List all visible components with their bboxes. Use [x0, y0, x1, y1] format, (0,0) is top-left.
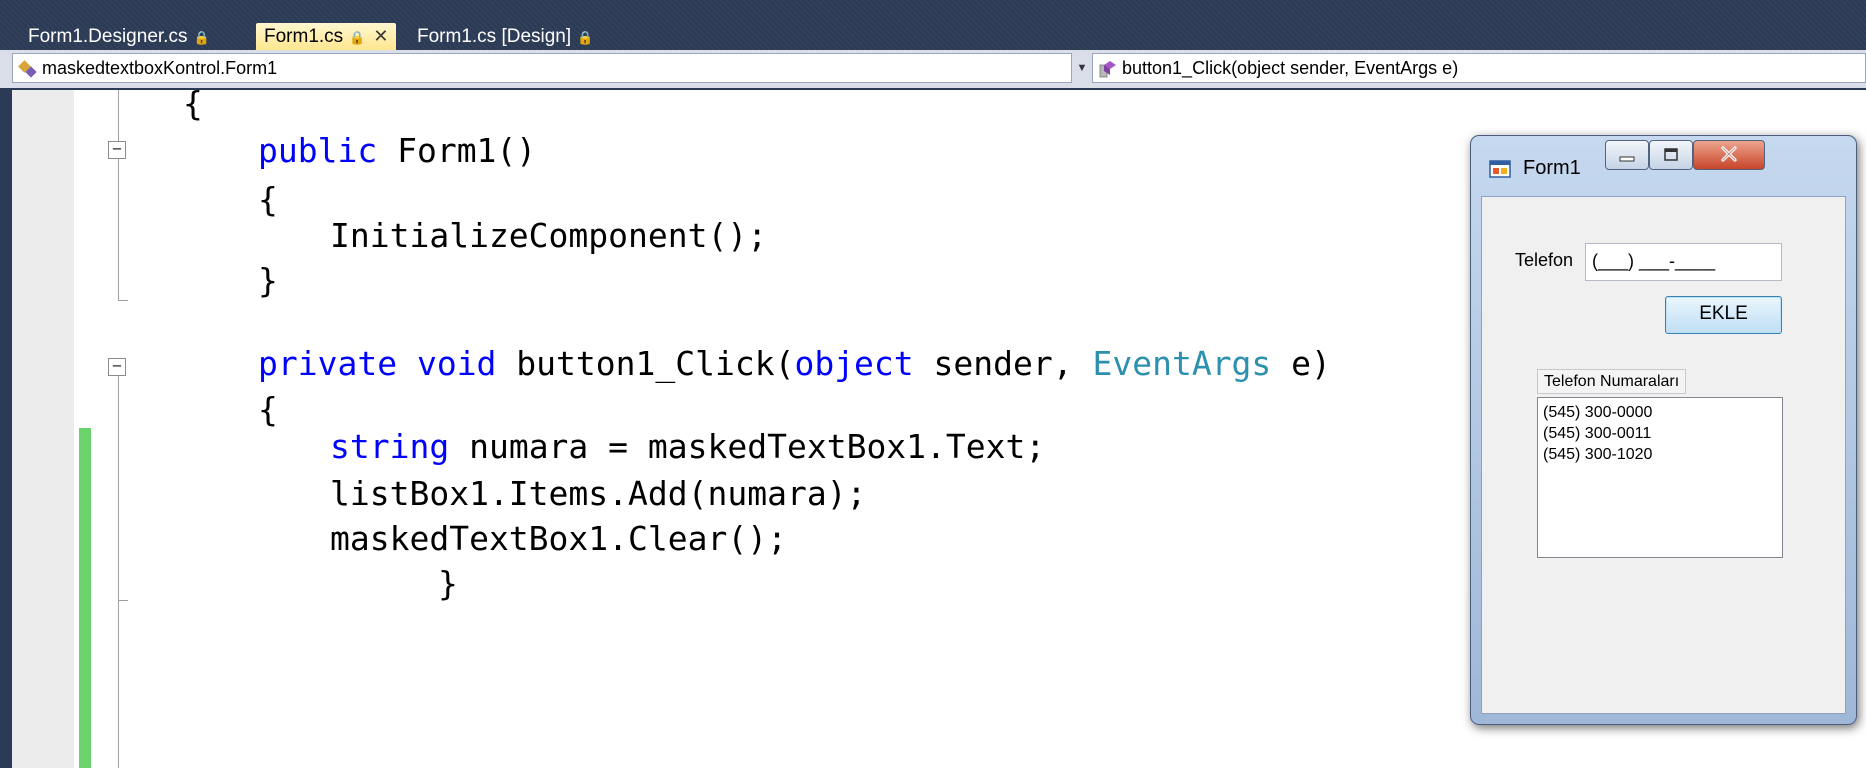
- code-line: {: [258, 390, 278, 429]
- telefon-label: Telefon: [1515, 250, 1574, 270]
- tab-form1-cs[interactable]: Form1.cs 🔒 ✕: [256, 23, 397, 50]
- code-line: public Form1(): [258, 131, 537, 170]
- outline-end-tick: [118, 300, 128, 301]
- lock-icon: 🔒: [193, 30, 210, 45]
- minimize-button[interactable]: [1605, 140, 1649, 170]
- minimize-icon: [1619, 156, 1635, 162]
- tab-form1-designer[interactable]: Form1.Designer.cs 🔒: [20, 23, 218, 50]
- list-item[interactable]: (545) 300-0011: [1543, 423, 1777, 444]
- code-line: {: [258, 180, 278, 219]
- code-line: string numara = maskedTextBox1.Text;: [330, 427, 1046, 466]
- code-line: listBox1.Items.Add(numara);: [330, 474, 867, 513]
- tab-label: Form1.cs: [264, 26, 344, 47]
- change-indicator-bar: [79, 428, 91, 768]
- type-selector-value: maskedtextboxKontrol.Form1: [42, 58, 278, 78]
- maximize-icon: [1664, 148, 1678, 161]
- form1-window: Form1 Telefon (___) ___-____ EKLE Telefo…: [1470, 135, 1857, 725]
- window-title: Form1: [1523, 157, 1581, 179]
- outline-end-tick: [118, 600, 128, 601]
- code-line: InitializeComponent();: [330, 216, 768, 255]
- list-item[interactable]: (545) 300-1020: [1543, 444, 1777, 465]
- collapse-icon[interactable]: −: [108, 358, 126, 376]
- form1-client-area: Telefon (___) ___-____ EKLE Telefon Numa…: [1481, 196, 1846, 714]
- collapse-icon[interactable]: −: [108, 141, 126, 159]
- window-close-button[interactable]: [1693, 140, 1765, 170]
- lock-icon: 🔒: [349, 30, 366, 45]
- lock-icon: 🔒: [577, 30, 594, 45]
- form-icon: [1489, 160, 1511, 178]
- class-icon: [18, 60, 37, 78]
- tab-label: Form1.cs [Design]: [417, 26, 572, 47]
- type-selector[interactable]: maskedtextboxKontrol.Form1: [12, 53, 1072, 83]
- outline-line: [118, 358, 119, 768]
- code-line: private void button1_Click(object sender…: [258, 344, 1331, 383]
- document-tab-strip: Form1.Designer.cs 🔒 Form1.cs 🔒 ✕ Form1.cs […: [0, 0, 1866, 50]
- chevron-down-icon[interactable]: ▼: [1072, 53, 1092, 83]
- navigation-bar: maskedtextboxKontrol.Form1 ▼ button1_Cli…: [0, 50, 1866, 90]
- ekle-button[interactable]: EKLE: [1665, 296, 1782, 334]
- phone-listbox[interactable]: (545) 300-0000 (545) 300-0011 (545) 300-…: [1537, 397, 1783, 558]
- outline-line: [118, 90, 119, 300]
- code-line: {: [183, 84, 203, 123]
- tab-form1-design[interactable]: Form1.cs [Design] 🔒: [409, 23, 601, 50]
- phone-masked-input[interactable]: (___) ___-____: [1585, 243, 1782, 281]
- method-icon: [1099, 61, 1116, 78]
- code-line: maskedTextBox1.Clear();: [330, 519, 787, 558]
- member-selector-value: button1_Click(object sender, EventArgs e…: [1122, 58, 1459, 78]
- editor-left-border: [0, 90, 12, 768]
- member-selector[interactable]: button1_Click(object sender, EventArgs e…: [1092, 53, 1866, 83]
- code-line: }: [258, 261, 278, 300]
- window-close-icon: [1721, 146, 1737, 162]
- tab-label: Form1.Designer.cs: [28, 26, 188, 47]
- phone-list-label: Telefon Numaraları: [1537, 369, 1687, 394]
- editor-margin: [12, 90, 74, 768]
- maximize-button[interactable]: [1649, 140, 1693, 170]
- list-item[interactable]: (545) 300-0000: [1543, 402, 1777, 423]
- close-icon[interactable]: ✕: [373, 26, 388, 46]
- code-line: }: [438, 564, 458, 603]
